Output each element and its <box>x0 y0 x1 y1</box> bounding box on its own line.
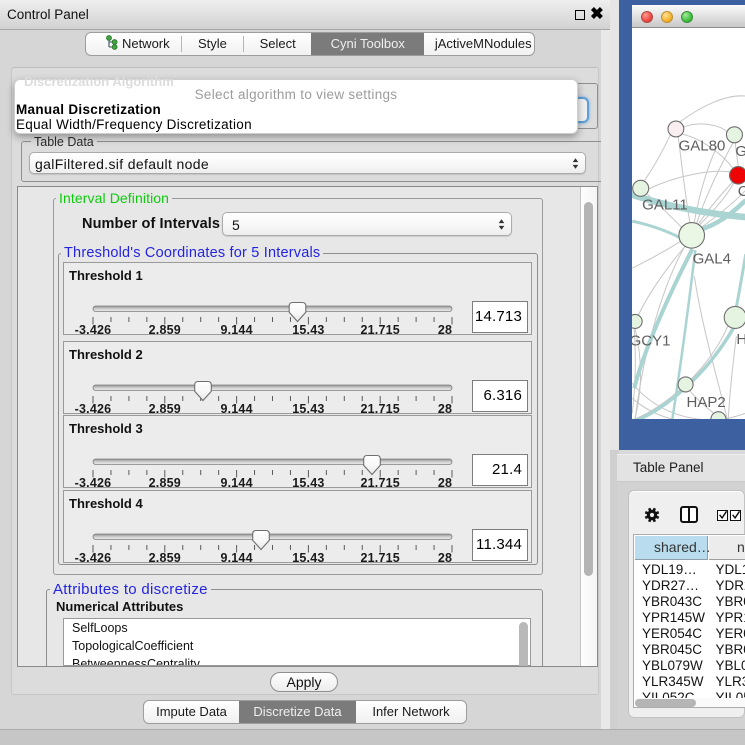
svg-text:HAP2: HAP2 <box>686 394 725 411</box>
svg-text:GAL4: GAL4 <box>692 251 730 268</box>
svg-text:GA: GA <box>735 143 745 160</box>
svg-text:GAL11: GAL11 <box>642 197 688 214</box>
svg-text:CY: CY <box>737 183 745 200</box>
svg-text:GAL80: GAL80 <box>678 138 725 155</box>
svg-text:GCY1: GCY1 <box>632 333 670 350</box>
svg-text:HA: HA <box>736 331 745 348</box>
